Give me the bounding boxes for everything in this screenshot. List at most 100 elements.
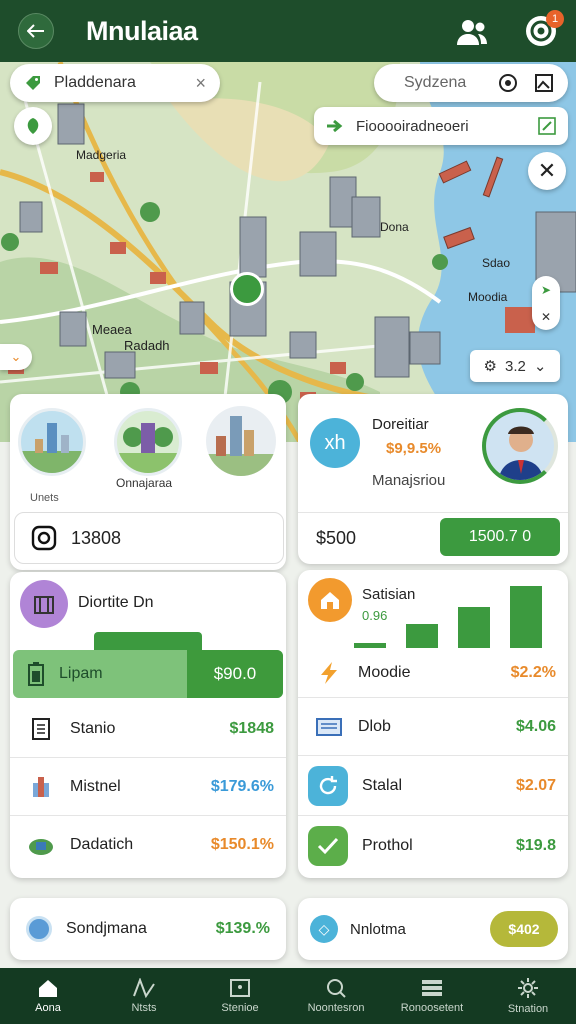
list-item[interactable]: Prothol $19.8: [298, 816, 568, 876]
close-map-button[interactable]: ✕: [528, 152, 566, 190]
location-search-input[interactable]: Sydzena: [404, 74, 498, 92]
list-item[interactable]: Moodie $2.2%: [298, 648, 568, 698]
summary-label: Nnlotma: [350, 920, 406, 938]
summary-card[interactable]: ◇ Nnlotma $402: [298, 898, 568, 960]
zoom-icon: ⚙: [483, 358, 497, 375]
profile-avatar[interactable]: [482, 408, 558, 484]
collapse-icon[interactable]: ✕: [541, 310, 551, 324]
place-thumbnail[interactable]: [18, 408, 86, 476]
map-controls[interactable]: ➤ ✕: [532, 276, 560, 330]
place-thumbnail[interactable]: [206, 406, 276, 476]
filter-bar[interactable]: Fiooooiradneoeri: [314, 107, 568, 145]
places-caption: Unets: [30, 492, 59, 504]
skyline-icon: [206, 416, 276, 476]
chart-bar: [458, 607, 490, 648]
coin-icon: [26, 916, 52, 942]
filter-input[interactable]: Fiooooiradneoeri: [356, 118, 538, 135]
summary-value[interactable]: $402: [490, 911, 558, 947]
notification-badge: 1: [546, 10, 564, 28]
list-item[interactable]: Stalal $2.07: [298, 756, 568, 816]
lightning-icon: [314, 658, 344, 688]
highlight-value: $90.0: [187, 650, 283, 698]
list-item[interactable]: Dadatich $150.1%: [10, 816, 286, 874]
stat-value: 13808: [71, 527, 122, 548]
stats-card: Satisian 0.96 Moodie $2.2% Dlob $4.06 St…: [298, 570, 568, 878]
list-item[interactable]: Mistnel $179.6%: [10, 758, 286, 816]
tower-icon: [21, 423, 83, 473]
location-search-bar[interactable]: Sydzena: [374, 64, 568, 102]
zoom-control[interactable]: ⚙ 3.2 ⌄: [470, 350, 560, 382]
close-icon: ✕: [537, 158, 557, 183]
profile-role: Manajsriou: [372, 472, 446, 489]
profile-amount: $9,9.5%: [386, 440, 442, 457]
document-icon: [26, 714, 56, 744]
map-label: Dona: [380, 220, 409, 234]
map-search-bar[interactable]: Pladdenara ×: [10, 64, 220, 102]
map-label: Radadh: [124, 338, 170, 353]
nav-label: Ntsts: [131, 1002, 157, 1014]
city-map[interactable]: Madgeria Dona Sdao Moodia Meaea Radadh P…: [0, 62, 576, 442]
park-icon: [117, 423, 179, 473]
list-item-value: $179.6%: [210, 777, 274, 795]
category-rows: Stanio $1848 Mistnel $179.6% Dadatich $1…: [10, 700, 286, 876]
summary-card[interactable]: Sondjmana $139.%: [10, 898, 286, 960]
nav-label: Stenioe: [221, 1002, 259, 1014]
home-icon: [39, 980, 57, 997]
stat-field[interactable]: 13808: [14, 512, 284, 564]
list-item-value: $19.8: [515, 837, 556, 854]
category-list-card: Diortite Dn Lipam $90.0 Stanio $1848 Mis…: [10, 572, 286, 878]
list-item[interactable]: Stanio $1848: [10, 700, 286, 758]
chevron-down-icon[interactable]: ⌄: [534, 357, 547, 375]
nav-map[interactable]: Stenioe: [192, 968, 288, 1024]
nav-label: Noontesron: [307, 1002, 365, 1014]
back-button[interactable]: [18, 13, 54, 49]
park-icon: [26, 830, 56, 860]
list-item-label: Mistnel: [70, 777, 121, 795]
list-item-value: $1848: [229, 719, 275, 737]
tab-indicator: [94, 632, 202, 650]
people-icon[interactable]: [456, 18, 488, 46]
stats-avatar[interactable]: [308, 578, 352, 622]
category-title: Diortite Dn: [78, 594, 154, 611]
map-search-input[interactable]: Pladdenara: [54, 74, 195, 92]
zoom-level: 3.2: [505, 357, 526, 375]
list-item-label: Stalal: [362, 776, 403, 794]
route-icon: [133, 978, 155, 998]
map-pin[interactable]: [230, 272, 264, 306]
chart-bar: [406, 624, 438, 648]
avatar-badge[interactable]: xh: [310, 418, 360, 468]
nav-home[interactable]: Aona: [0, 968, 96, 1024]
highlight-row[interactable]: Lipam $90.0: [13, 650, 283, 698]
gate-icon: [34, 596, 54, 614]
navigate-icon[interactable]: ➤: [541, 283, 551, 297]
nav-settings[interactable]: Stnation: [480, 968, 576, 1024]
map-label: Moodia: [468, 290, 508, 304]
place-thumbnail[interactable]: [114, 408, 182, 476]
building-icon: [26, 772, 56, 802]
nav-list[interactable]: Ronoosetent: [384, 968, 480, 1024]
list-item[interactable]: Dlob $4.06: [298, 698, 568, 756]
refresh-icon: [308, 765, 348, 806]
map-label: Sdao: [482, 256, 511, 270]
list-item-value: $2.07: [515, 776, 556, 794]
profile-card: xh Doreitiar $9,9.5% Manajsriou $500 150…: [298, 394, 568, 564]
layers-button[interactable]: [14, 107, 52, 145]
profile-action-button[interactable]: 1500.7 0: [440, 518, 560, 556]
side-toggle[interactable]: ⌄: [0, 344, 32, 370]
summary-value: $139.%: [215, 920, 270, 937]
clear-icon[interactable]: ×: [195, 73, 206, 94]
nav-routes[interactable]: Ntsts: [96, 968, 192, 1024]
locate-icon[interactable]: [498, 73, 518, 93]
bottom-navigation: Aona Ntsts Stenioe Noontesron Ronooseten…: [0, 968, 576, 1024]
profile-price: $500: [316, 528, 357, 548]
image-icon[interactable]: [534, 73, 554, 93]
category-avatar[interactable]: [20, 580, 68, 628]
app-title: Mnulaiaa: [86, 16, 198, 46]
map-label: Meaea: [92, 322, 132, 337]
back-arrow-icon: [27, 24, 44, 38]
nav-search[interactable]: Noontesron: [288, 968, 384, 1024]
filter-arrow-icon: [327, 119, 343, 133]
nav-label: Stnation: [507, 1003, 549, 1015]
list-item-label: Moodie: [358, 663, 411, 681]
edit-icon[interactable]: [538, 117, 556, 135]
